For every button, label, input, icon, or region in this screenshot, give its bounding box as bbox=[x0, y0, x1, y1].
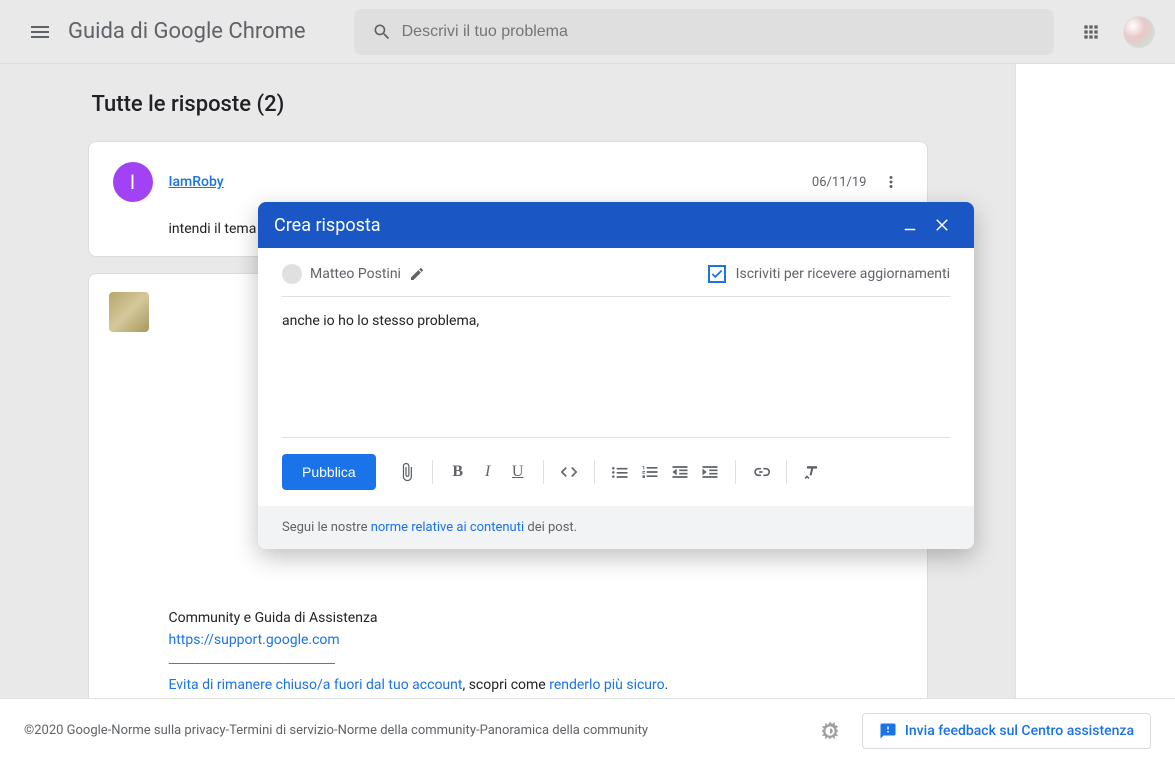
lockout-mid: , scopri come bbox=[462, 677, 549, 693]
footer-prefix: Segui le nostre bbox=[282, 520, 371, 535]
minimize-button[interactable] bbox=[894, 209, 926, 241]
privacy-link[interactable]: Norme sulla privacy bbox=[111, 723, 225, 738]
app-header: Guida di Google Chrome bbox=[0, 0, 1175, 64]
code-button[interactable] bbox=[554, 457, 584, 487]
lockout-link[interactable]: Evita di rimanere chiuso/a fuori dal tuo… bbox=[169, 677, 463, 693]
editor-toolbar: Pubblica B I U bbox=[258, 438, 974, 506]
edit-name-button[interactable] bbox=[409, 266, 425, 282]
search-box[interactable] bbox=[354, 9, 1054, 55]
reply-editor[interactable]: anche io ho lo stesso problema, bbox=[258, 297, 974, 437]
avatar-image bbox=[1123, 16, 1155, 48]
indent-button[interactable] bbox=[695, 457, 725, 487]
compose-reply-dialog: Crea risposta Matteo Postini Iscriviti p… bbox=[258, 202, 974, 549]
subscribe-label: Iscriviti per ricevere aggiornamenti bbox=[736, 266, 950, 282]
link-icon bbox=[751, 462, 771, 482]
reply-avatar bbox=[109, 292, 149, 332]
check-icon bbox=[710, 267, 724, 281]
numbered-list-button[interactable] bbox=[635, 457, 665, 487]
code-icon bbox=[559, 462, 579, 482]
subscribe-checkbox[interactable] bbox=[708, 265, 726, 283]
reply-author-link[interactable]: IamRoby bbox=[169, 174, 224, 190]
community-norms-link[interactable]: Norme della community bbox=[338, 723, 476, 738]
close-button[interactable] bbox=[926, 209, 958, 241]
dialog-meta-row: Matteo Postini Iscriviti per ricevere ag… bbox=[282, 248, 950, 297]
link-button[interactable] bbox=[746, 457, 776, 487]
reply-avatar: I bbox=[113, 162, 153, 202]
publish-button[interactable]: Pubblica bbox=[282, 454, 376, 490]
brightness-icon bbox=[819, 720, 841, 742]
period: . bbox=[665, 677, 669, 693]
bold-button[interactable]: B bbox=[443, 457, 473, 487]
bullet-list-icon bbox=[610, 462, 630, 482]
outdent-button[interactable] bbox=[665, 457, 695, 487]
footer-suffix: dei post. bbox=[524, 520, 577, 535]
dialog-footer: Segui le nostre norme relative ai conten… bbox=[258, 506, 974, 549]
apps-grid-icon bbox=[1081, 22, 1101, 42]
copyright: ©2020 Google bbox=[24, 723, 108, 738]
paperclip-icon bbox=[397, 462, 417, 482]
attach-button[interactable] bbox=[392, 457, 422, 487]
apps-launcher-button[interactable] bbox=[1071, 12, 1111, 52]
all-replies-heading: Tutte le risposte (2) bbox=[92, 92, 928, 117]
content-policy-link[interactable]: norme relative ai contenuti bbox=[371, 520, 524, 535]
main-menu-button[interactable] bbox=[16, 8, 64, 56]
support-link[interactable]: https://support.google.com bbox=[169, 632, 340, 648]
minimize-icon bbox=[901, 216, 919, 234]
send-feedback-label: Invia feedback sul Centro assistenza bbox=[905, 723, 1134, 739]
indent-icon bbox=[700, 462, 720, 482]
italic-button[interactable]: I bbox=[473, 457, 503, 487]
right-sidebar bbox=[1015, 64, 1175, 698]
clear-format-button[interactable] bbox=[797, 457, 827, 487]
account-avatar[interactable] bbox=[1119, 12, 1159, 52]
search-icon bbox=[362, 12, 402, 52]
dark-mode-toggle[interactable] bbox=[810, 711, 850, 751]
dialog-header: Crea risposta bbox=[258, 202, 974, 248]
more-vert-icon bbox=[882, 173, 900, 191]
send-feedback-button[interactable]: Invia feedback sul Centro assistenza bbox=[862, 713, 1151, 749]
user-mini-avatar bbox=[282, 264, 302, 284]
dialog-title: Crea risposta bbox=[274, 215, 894, 236]
underline-button[interactable]: U bbox=[503, 457, 533, 487]
signature-line: Community e Guida di Assistenza bbox=[169, 610, 378, 626]
app-title: Guida di Google Chrome bbox=[68, 19, 306, 44]
outdent-icon bbox=[670, 462, 690, 482]
terms-link[interactable]: Termini di servizio bbox=[229, 723, 334, 738]
page-footer: ©2020 Google - Norme sulla privacy - Ter… bbox=[0, 698, 1175, 762]
clear-format-icon bbox=[802, 462, 822, 482]
close-icon bbox=[933, 216, 951, 234]
hamburger-icon bbox=[28, 20, 52, 44]
compose-username: Matteo Postini bbox=[310, 266, 401, 282]
reply-date: 06/11/19 bbox=[812, 175, 867, 190]
numbered-list-icon bbox=[640, 462, 660, 482]
bullet-list-button[interactable] bbox=[605, 457, 635, 487]
search-input[interactable] bbox=[402, 9, 1046, 55]
reply-overflow-menu[interactable] bbox=[879, 170, 903, 194]
pencil-icon bbox=[409, 266, 425, 282]
secure-link[interactable]: renderlo più sicuro bbox=[549, 677, 664, 693]
feedback-icon bbox=[879, 722, 897, 740]
signature-divider: ----------------------------------------… bbox=[169, 656, 335, 670]
community-overview-link[interactable]: Panoramica della community bbox=[480, 723, 648, 738]
